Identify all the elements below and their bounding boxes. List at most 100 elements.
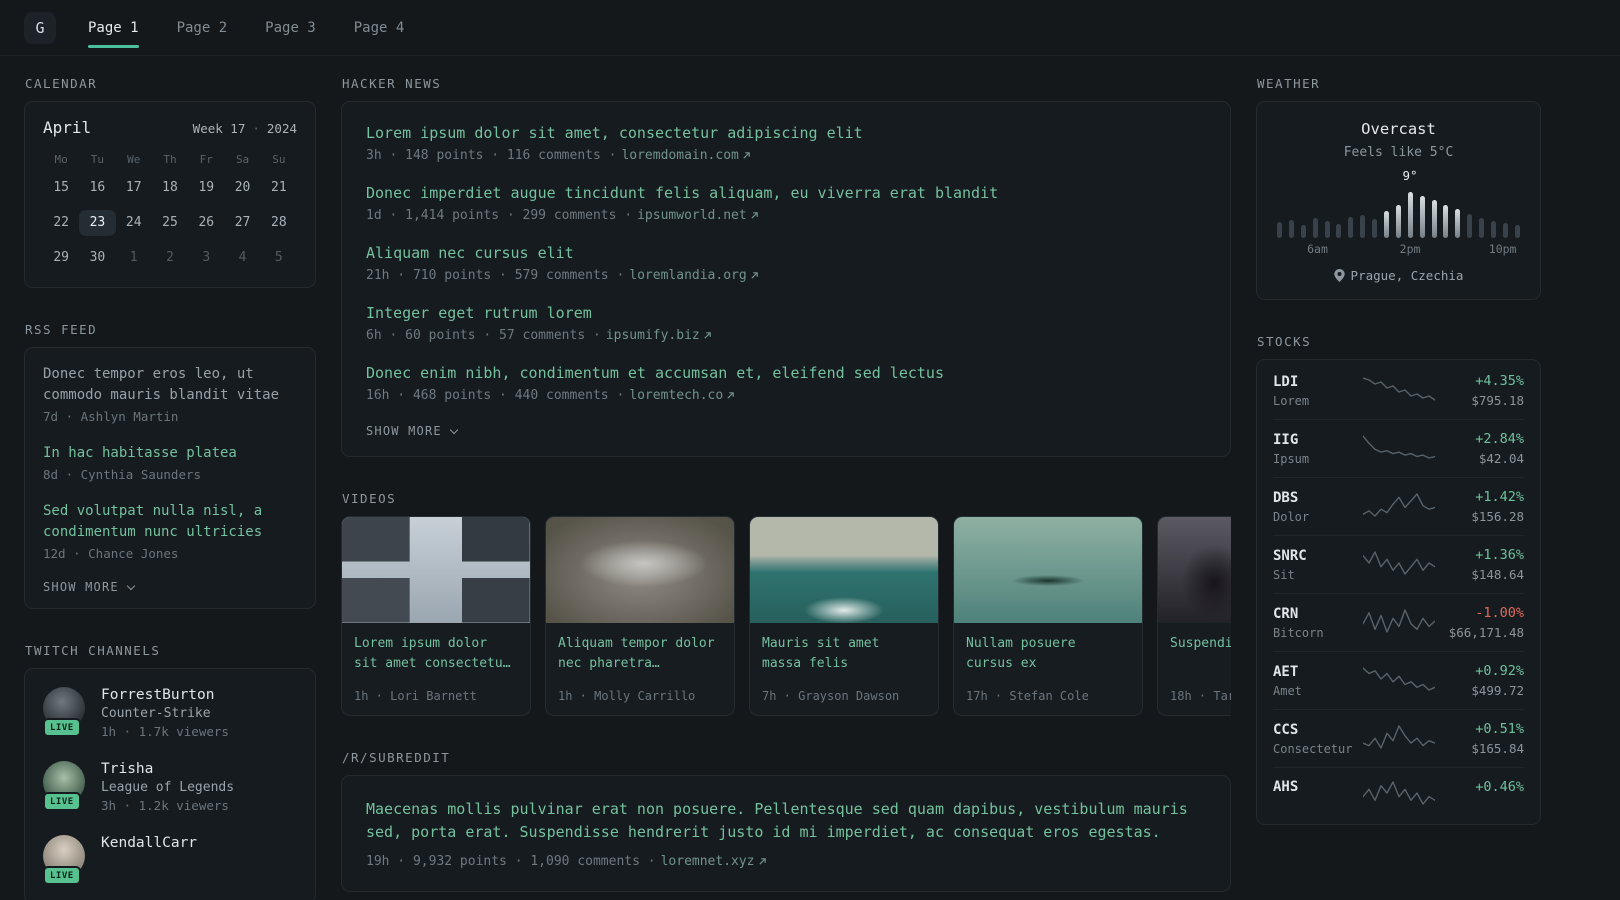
hackernews-story-domain[interactable]: loremtech.co — [629, 388, 735, 403]
stock-id: LDI Lorem — [1273, 374, 1355, 408]
weather-hour-labels: 6am 2pm 10pm — [1277, 242, 1520, 258]
page-tab[interactable]: Page 1 — [88, 0, 139, 55]
hackernews-story-domain[interactable]: ipsumworld.net — [637, 208, 759, 223]
video-title[interactable]: Mauris sit amet massa felis — [762, 634, 926, 674]
video-card[interactable]: Aliquam tempor dolor nec pharetra… 1h · … — [545, 516, 735, 716]
stock-row[interactable]: AHS +0.46% — [1273, 767, 1524, 822]
calendar-day: 15 — [53, 180, 69, 195]
hackernews-story-domain[interactable]: ipsumify.biz — [606, 328, 712, 343]
hackernews-story-meta: 16h · 468 points · 440 comments · loremt… — [366, 388, 1206, 403]
stocks-widget: STOCKS LDI Lorem +4.35% $795.18 IIG Ipsu… — [1256, 334, 1541, 825]
rss-item-title[interactable]: In hac habitasse platea — [43, 443, 297, 464]
video-thumbnail — [954, 517, 1142, 623]
video-card[interactable]: Lorem ipsum dolor sit amet consectetu… 1… — [341, 516, 531, 716]
video-title[interactable]: Nullam posuere cursus ex — [966, 634, 1130, 674]
rss-show-more-button[interactable]: SHOW MORE — [43, 580, 297, 594]
twitch-avatar-wrap: LIVE — [43, 835, 87, 885]
calendar-day: 26 — [198, 215, 215, 230]
stock-sparkline — [1361, 549, 1436, 581]
stock-row[interactable]: AET Amet +0.92% $499.72 — [1273, 651, 1524, 709]
weather-bar — [1324, 221, 1330, 238]
video-title[interactable]: Lorem ipsum dolor sit amet consectetu… — [354, 634, 518, 674]
hackernews-story: Donec enim nibh, condimentum et accumsan… — [366, 364, 1206, 403]
videos-widget: VIDEOS Lorem ipsum dolor sit amet consec… — [341, 491, 1231, 716]
video-title[interactable]: Suspendisse diam — [1170, 634, 1231, 654]
page-tab[interactable]: Page 3 — [265, 0, 316, 55]
stock-row[interactable]: SNRC Sit +1.36% $148.64 — [1273, 535, 1524, 593]
calendar-weekday-label: Su — [272, 153, 286, 166]
twitch-channel-viewers: 1h · 1.7k viewers — [101, 724, 229, 739]
subreddit-post-meta: 19h · 9,932 points · 1,090 comments · lo… — [366, 854, 1206, 869]
twitch-channel-game[interactable]: Counter-Strike — [101, 706, 229, 721]
calendar-day: 24 — [125, 215, 142, 230]
story-meta-text: 16h · 468 points · 440 comments · — [366, 388, 625, 403]
page-tab[interactable]: Page 2 — [177, 0, 228, 55]
stock-price: $795.18 — [1471, 393, 1524, 408]
video-card[interactable]: Nullam posuere cursus ex 17h · Stefan Co… — [953, 516, 1143, 716]
twitch-channel-name[interactable]: KendallCarr — [101, 835, 197, 851]
stock-values: +4.35% $795.18 — [1443, 373, 1524, 408]
subreddit-post-domain[interactable]: loremnet.xyz — [661, 854, 767, 869]
page-tab[interactable]: Page 4 — [354, 0, 405, 55]
rss-item-title[interactable]: Donec tempor eros leo, ut commodo mauris… — [43, 364, 297, 406]
stock-symbol: AHS — [1273, 779, 1299, 795]
hackernews-story-title[interactable]: Aliquam nec cursus elit — [366, 244, 1206, 262]
twitch-channel-name[interactable]: ForrestBurton — [101, 687, 229, 703]
hackernews-story-domain[interactable]: loremlandia.org — [629, 268, 758, 283]
stock-row[interactable]: LDI Lorem +4.35% $795.18 — [1273, 362, 1524, 419]
hackernews-show-more-button[interactable]: SHOW MORE — [366, 424, 1206, 438]
videos-section-title: VIDEOS — [342, 491, 397, 506]
stock-symbol: AET — [1273, 663, 1299, 680]
twitch-channel-name[interactable]: Trisha — [101, 761, 234, 777]
story-meta-text: 6h · 60 points · 57 comments · — [366, 328, 601, 343]
twitch-channel[interactable]: LIVE Trisha League of Legends 3h · 1.2k … — [43, 761, 297, 813]
stock-symbol: CRN — [1273, 605, 1299, 622]
twitch-channel-game[interactable]: League of Legends — [101, 780, 234, 795]
hackernews-story-title[interactable]: Integer eget rutrum lorem — [366, 304, 1206, 322]
rss-item: Sed volutpat nulla nisl, a condimentum n… — [43, 501, 297, 561]
stock-change: +1.36% — [1475, 547, 1524, 563]
weather-bars — [1277, 192, 1520, 238]
twitch-widget: TWITCH CHANNELS LIVE ForrestBurton Count… — [24, 643, 316, 900]
stock-price — [1443, 799, 1525, 811]
stocks-card: LDI Lorem +4.35% $795.18 IIG Ipsum +2.84… — [1256, 359, 1541, 825]
stock-row[interactable]: CRN Bitcorn -1.00% $66,171.48 — [1273, 593, 1524, 651]
stock-name: Dolor — [1273, 509, 1310, 524]
video-card[interactable]: Suspendisse diam 18h · Tara — [1157, 516, 1231, 716]
twitch-channel[interactable]: LIVE KendallCarr — [43, 835, 297, 885]
video-title[interactable]: Aliquam tempor dolor nec pharetra… — [558, 634, 722, 674]
show-more-label: SHOW MORE — [366, 424, 442, 438]
stock-values: +0.92% $499.72 — [1443, 663, 1524, 698]
weather-condition: Overcast — [1361, 120, 1436, 138]
live-badge: LIVE — [43, 866, 81, 885]
rss-item-meta: 12d · Chance Jones — [43, 546, 179, 561]
twitch-channel[interactable]: LIVE ForrestBurton Counter-Strike 1h · 1… — [43, 687, 297, 739]
hackernews-story-title[interactable]: Donec enim nibh, condimentum et accumsan… — [366, 364, 1206, 382]
hackernews-story-title[interactable]: Donec imperdiet augue tincidunt felis al… — [366, 184, 1206, 202]
weather-bar — [1360, 215, 1366, 238]
stock-price: $499.72 — [1471, 683, 1524, 698]
video-card[interactable]: Mauris sit amet massa felis 7h · Grayson… — [749, 516, 939, 716]
hackernews-story-meta: 6h · 60 points · 57 comments · ipsumify.… — [366, 328, 1206, 343]
stock-row[interactable]: DBS Dolor +1.42% $156.28 — [1273, 477, 1524, 535]
rss-item-title[interactable]: Sed volutpat nulla nisl, a condimentum n… — [43, 501, 297, 543]
weather-bar — [1443, 205, 1449, 238]
video-meta: 18h · Tara — [1170, 689, 1231, 703]
weather-widget: WEATHER Overcast Feels like 5°C 9° 6am 2p… — [1256, 76, 1541, 300]
app-logo[interactable]: G — [24, 11, 56, 44]
video-meta: 1h · Lori Barnett — [354, 689, 477, 703]
chevron-down-icon — [449, 425, 459, 434]
video-thumbnail — [342, 517, 530, 623]
stock-row[interactable]: IIG Ipsum +2.84% $42.04 — [1273, 419, 1524, 477]
weather-bar — [1491, 221, 1497, 238]
subreddit-post-title[interactable]: Maecenas mollis pulvinar erat non posuer… — [366, 798, 1206, 845]
hackernews-story-title[interactable]: Lorem ipsum dolor sit amet, consectetur … — [366, 124, 1206, 142]
stock-values: +0.51% $165.84 — [1443, 721, 1524, 756]
hackernews-story-domain[interactable]: loremdomain.com — [621, 148, 750, 163]
chevron-down-icon — [126, 581, 136, 590]
show-more-label: SHOW MORE — [43, 580, 119, 594]
weather-bar — [1288, 220, 1294, 238]
stock-price: $148.64 — [1471, 567, 1524, 582]
stock-row[interactable]: CCS Consectetur +0.51% $165.84 — [1273, 709, 1524, 767]
hackernews-story: Integer eget rutrum lorem 6h · 60 points… — [366, 304, 1206, 343]
